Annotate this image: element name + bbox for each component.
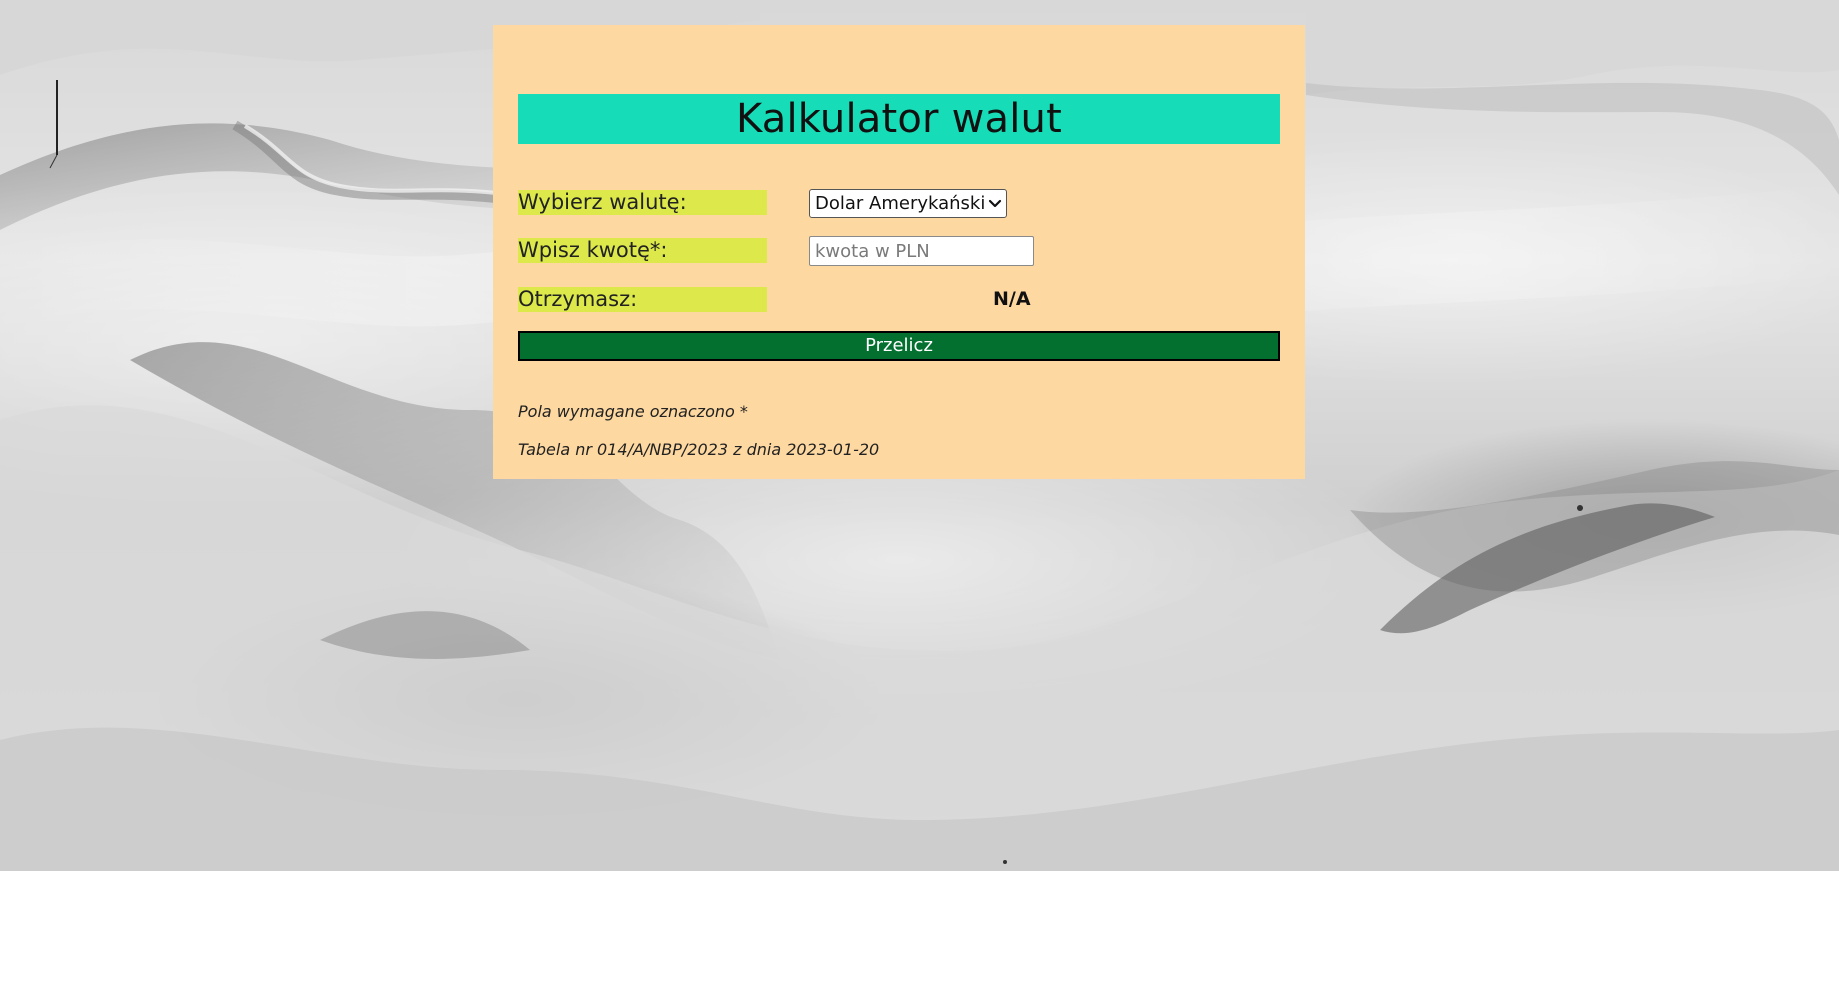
- page-title: Kalkulator walut: [736, 96, 1062, 142]
- currency-label: Wybierz walutę:: [518, 190, 767, 215]
- currency-select-value: Dolar Amerykański: [815, 193, 986, 214]
- chevron-down-icon: [988, 199, 1002, 207]
- amount-input[interactable]: [809, 236, 1034, 266]
- required-fields-note: Pola wymagane oznaczono *: [518, 402, 748, 421]
- title-bar: Kalkulator walut: [518, 94, 1280, 144]
- currency-select[interactable]: Dolar Amerykański: [809, 189, 1007, 218]
- exchange-table-note: Tabela nr 014/A/NBP/2023 z dnia 2023-01-…: [518, 440, 880, 459]
- currency-calculator-card: Kalkulator walut Wybierz walutę: Dolar A…: [493, 25, 1305, 479]
- calculate-button[interactable]: Przelicz: [518, 331, 1280, 361]
- amount-label: Wpisz kwotę*:: [518, 238, 767, 263]
- result-label: Otrzymasz:: [518, 287, 767, 312]
- result-value: N/A: [993, 288, 1031, 310]
